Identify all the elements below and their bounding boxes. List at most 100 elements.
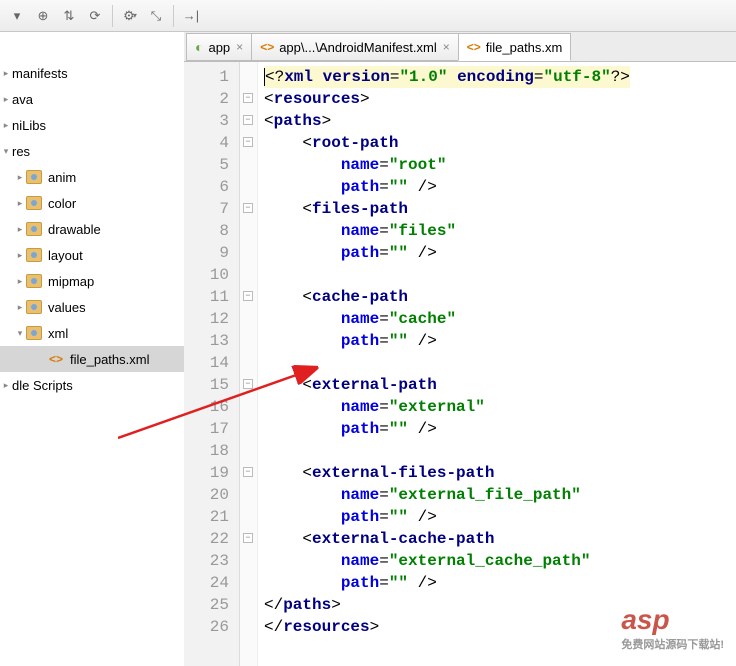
gear-icon[interactable]: ⚙▾ xyxy=(118,4,142,28)
expand-arrow-icon[interactable]: ▸ xyxy=(14,224,26,235)
separator xyxy=(173,5,174,27)
code-line-2[interactable]: <resources> xyxy=(264,88,736,110)
code-line-11[interactable]: <cache-path xyxy=(264,286,736,308)
code-line-6[interactable]: path="" /> xyxy=(264,176,736,198)
tree-item-ava[interactable]: ▸ava xyxy=(0,86,184,112)
collapse-icon[interactable]: ⤡ xyxy=(144,4,168,28)
code-line-20[interactable]: name="external_file_path" xyxy=(264,484,736,506)
folder-icon xyxy=(26,222,42,236)
fold-toggle-icon[interactable]: − xyxy=(243,93,253,103)
code-line-3[interactable]: <paths> xyxy=(264,110,736,132)
tree-label: dle Scripts xyxy=(12,378,73,393)
tree-label: anim xyxy=(48,170,76,185)
refresh-icon[interactable]: ⟳ xyxy=(83,4,107,28)
tab-app[interactable]: ◐ app × xyxy=(186,33,252,61)
folder-icon xyxy=(26,326,42,340)
tree-item-drawable[interactable]: ▸ drawable xyxy=(0,216,184,242)
watermark-text: asp xyxy=(621,604,669,635)
expand-arrow-icon[interactable]: ▸ xyxy=(14,302,26,313)
project-tree: ▸manifests▸ava▸niLibs▾res▸anim▸color▸dra… xyxy=(0,32,184,666)
tree-item-xml[interactable]: ▾xml xyxy=(0,320,184,346)
close-icon[interactable]: × xyxy=(443,40,450,54)
code-line-15[interactable]: <external-path xyxy=(264,374,736,396)
tree-label: drawable xyxy=(48,222,101,237)
tree-label: color xyxy=(48,196,76,211)
expand-arrow-icon[interactable]: ▾ xyxy=(14,328,26,339)
hide-icon[interactable]: →| xyxy=(179,4,203,28)
expand-arrow-icon[interactable]: ▸ xyxy=(14,250,26,261)
code-line-12[interactable]: name="cache" xyxy=(264,308,736,330)
code-line-16[interactable]: name="external" xyxy=(264,396,736,418)
code-line-13[interactable]: path="" /> xyxy=(264,330,736,352)
code-content[interactable]: <?xml version="1.0" encoding="utf-8"?><r… xyxy=(258,62,736,666)
tab-file-paths-xm[interactable]: <> file_paths.xm xyxy=(458,33,572,61)
code-line-14[interactable] xyxy=(264,352,736,374)
code-line-23[interactable]: name="external_cache_path" xyxy=(264,550,736,572)
expand-arrow-icon[interactable]: ▸ xyxy=(14,172,26,183)
folder-icon xyxy=(26,196,42,210)
tree-item-res[interactable]: ▾res xyxy=(0,138,184,164)
xml-file-icon: <> xyxy=(467,40,481,54)
editor-tabs: ◐ app × <> app\...\AndroidManifest.xml × <> fil… xyxy=(184,32,736,62)
tree-label: manifests xyxy=(12,66,68,81)
expand-arrow-icon[interactable]: ▾ xyxy=(0,146,12,157)
module-icon: ◐ xyxy=(195,39,203,55)
target-icon[interactable]: ⊕ xyxy=(31,4,55,28)
tab-label: file_paths.xm xyxy=(486,40,563,55)
separator xyxy=(112,5,113,27)
toolbar-dropdown-icon[interactable]: ▾ xyxy=(5,4,29,28)
code-line-5[interactable]: name="root" xyxy=(264,154,736,176)
folder-icon xyxy=(26,274,42,288)
annotation-arrow-icon xyxy=(118,362,328,442)
xml-file-icon xyxy=(48,351,64,367)
code-line-7[interactable]: <files-path xyxy=(264,198,736,220)
code-line-17[interactable]: path="" /> xyxy=(264,418,736,440)
code-line-24[interactable]: path="" /> xyxy=(264,572,736,594)
code-line-4[interactable]: <root-path xyxy=(264,132,736,154)
tree-label: mipmap xyxy=(48,274,94,289)
close-icon[interactable]: × xyxy=(236,40,243,54)
toolbar: ▾ ⊕ ⇅ ⟳ ⚙▾ ⤡ →| xyxy=(0,0,736,32)
tree-item-manifests[interactable]: ▸manifests xyxy=(0,60,184,86)
folder-icon xyxy=(26,300,42,314)
tree-label: res xyxy=(12,144,30,159)
expand-arrow-icon[interactable]: ▸ xyxy=(0,120,12,131)
code-line-21[interactable]: path="" /> xyxy=(264,506,736,528)
code-line-9[interactable]: path="" /> xyxy=(264,242,736,264)
code-line-18[interactable] xyxy=(264,440,736,462)
code-line-10[interactable] xyxy=(264,264,736,286)
expand-arrow-icon[interactable]: ▸ xyxy=(0,68,12,79)
expand-arrow-icon[interactable]: ▸ xyxy=(0,94,12,105)
watermark-sub: 免费网站源码下载站! xyxy=(621,636,724,652)
tree-label: niLibs xyxy=(12,118,46,133)
tree-item-anim[interactable]: ▸ anim xyxy=(0,164,184,190)
tree-label: ava xyxy=(12,92,33,107)
tree-item-nilibs[interactable]: ▸niLibs xyxy=(0,112,184,138)
expand-arrow-icon[interactable]: ▸ xyxy=(0,380,12,391)
tree-item-color[interactable]: ▸ color xyxy=(0,190,184,216)
fold-toggle-icon[interactable]: − xyxy=(243,533,253,543)
sync-icon[interactable]: ⇅ xyxy=(57,4,81,28)
code-line-22[interactable]: <external-cache-path xyxy=(264,528,736,550)
xml-file-icon: <> xyxy=(260,40,274,54)
fold-toggle-icon[interactable]: − xyxy=(243,291,253,301)
folder-icon xyxy=(26,170,42,184)
code-line-1[interactable]: <?xml version="1.0" encoding="utf-8"?> xyxy=(264,66,736,88)
code-line-19[interactable]: <external-files-path xyxy=(264,462,736,484)
expand-arrow-icon[interactable]: ▸ xyxy=(14,198,26,209)
fold-toggle-icon[interactable]: − xyxy=(243,203,253,213)
expand-arrow-icon[interactable]: ▸ xyxy=(14,276,26,287)
tree-item-mipmap[interactable]: ▸ mipmap xyxy=(0,268,184,294)
folder-icon xyxy=(26,248,42,262)
fold-toggle-icon[interactable]: − xyxy=(243,467,253,477)
tree-item-values[interactable]: ▸values xyxy=(0,294,184,320)
fold-toggle-icon[interactable]: − xyxy=(243,137,253,147)
fold-toggle-icon[interactable]: − xyxy=(243,115,253,125)
tab-app-----androidmanifest-xml[interactable]: <> app\...\AndroidManifest.xml × xyxy=(251,33,459,61)
code-line-8[interactable]: name="files" xyxy=(264,220,736,242)
tab-label: app xyxy=(208,40,230,55)
tree-item-layout[interactable]: ▸ layout xyxy=(0,242,184,268)
tree-label: layout xyxy=(48,248,83,263)
tab-label: app\...\AndroidManifest.xml xyxy=(279,40,437,55)
watermark: asp 免费网站源码下载站! xyxy=(621,604,724,652)
